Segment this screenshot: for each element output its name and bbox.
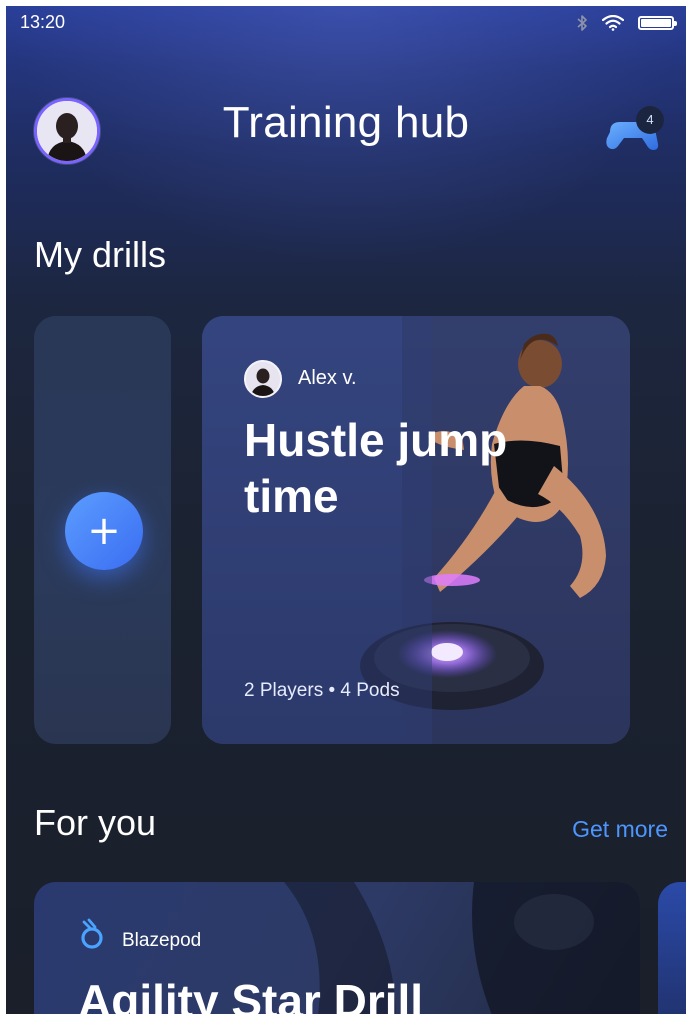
status-icons	[576, 14, 677, 32]
drill-meta: 2 Players • 4 Pods	[244, 680, 400, 701]
author-avatar-icon	[246, 362, 280, 396]
notification-badge: 4	[636, 106, 664, 134]
recommended-drill-card[interactable]: Blazepod Agility Star Drill	[34, 882, 640, 1014]
recommended-title: Agility Star Drill	[78, 975, 424, 1014]
drill-card[interactable]: Alex v. Hustle jump time 2 Players • 4 P…	[202, 316, 630, 744]
app-screen: 13:20 Training hub 4 My drills + Alex v.…	[6, 6, 686, 1014]
battery-icon	[638, 16, 677, 30]
for-you-heading: For you	[34, 802, 157, 843]
drill-author: Alex v.	[298, 367, 357, 389]
add-drill-button[interactable]: +	[65, 492, 143, 570]
page-title: Training hub	[222, 98, 470, 147]
bluetooth-icon	[577, 15, 587, 31]
get-more-link[interactable]: Get more	[572, 816, 668, 843]
drill-title: Hustle jump time	[244, 414, 508, 522]
status-bar: 13:20	[6, 6, 686, 40]
controller-button[interactable]: 4	[604, 106, 666, 154]
author-avatar	[244, 360, 282, 398]
wifi-icon	[602, 15, 624, 31]
next-recommended-card[interactable]	[658, 882, 686, 1014]
my-drills-heading: My drills	[34, 234, 166, 275]
recommended-brand: Blazepod	[122, 930, 202, 951]
blazepod-logo-icon	[81, 918, 103, 949]
status-time: 13:20	[20, 12, 66, 32]
